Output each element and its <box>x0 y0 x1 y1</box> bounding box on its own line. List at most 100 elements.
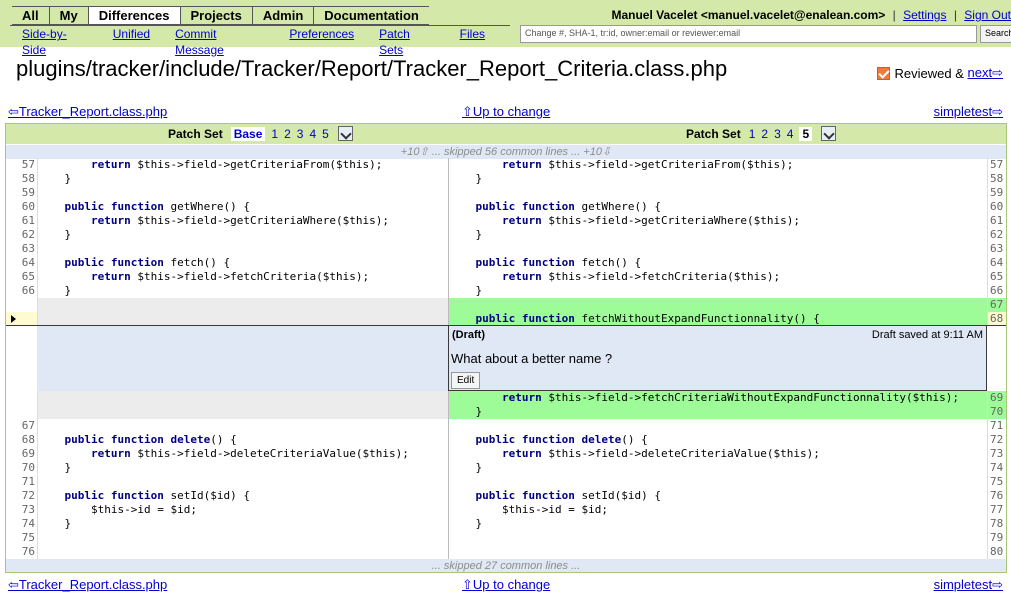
diff-line[interactable]: 69 return $this->field->deleteCriteriaVa… <box>6 447 1006 461</box>
prev-file-link[interactable]: ⇦Tracker_Report.class.php <box>8 104 167 120</box>
left-code: return $this->field->getCriteriaFrom($th… <box>37 158 448 172</box>
right-code: } <box>448 284 987 298</box>
right-code: } <box>448 461 987 475</box>
up-to-change-link[interactable]: ⇧Up to change <box>462 104 550 120</box>
diff-line[interactable]: 73 $this->id = $id; $this->id = $id; 77 <box>6 503 1006 517</box>
up-to-change-link[interactable]: ⇧Up to change <box>462 577 550 593</box>
right-patchset-4[interactable]: 4 <box>787 127 794 141</box>
left-code <box>37 391 448 405</box>
diff-line[interactable]: 58 } } 58 <box>6 172 1006 186</box>
left-patchset-3[interactable]: 3 <box>297 127 304 141</box>
left-line-number: 72 <box>21 489 35 502</box>
right-line-number: 75 <box>987 475 1006 489</box>
diff-line[interactable]: 71 75 <box>6 475 1006 489</box>
diff-line[interactable]: 70 } } 74 <box>6 461 1006 475</box>
diff-line[interactable]: 68 public function delete() { public fun… <box>6 433 1006 447</box>
submenu-side-by-side[interactable]: Side-by-Side <box>22 26 88 57</box>
menu-item-documentation[interactable]: Documentation <box>313 7 429 24</box>
next-file-nav-link[interactable]: simpletest⇨ <box>934 577 1003 593</box>
right-patchset-label: Patch Set <box>686 126 741 141</box>
comment-timestamp: Draft saved at 9:11 AM <box>871 329 983 341</box>
menu-item-admin[interactable]: Admin <box>251 7 313 24</box>
left-code: } <box>37 517 448 531</box>
right-code: } <box>448 228 987 242</box>
diff-line[interactable]: 60 public function getWhere() { public f… <box>6 200 1006 214</box>
diff-line[interactable]: 61 return $this->field->getCriteriaWhere… <box>6 214 1006 228</box>
diff-line[interactable]: 57 return $this->field->getCriteriaFrom(… <box>6 158 1006 172</box>
diff-line[interactable]: 76 80 <box>6 545 1006 559</box>
left-patchset-4[interactable]: 4 <box>309 127 316 141</box>
right-patchset-3[interactable]: 3 <box>774 127 781 141</box>
right-line-number: 71 <box>987 419 1006 433</box>
skipped-lines-top[interactable]: +10⇧ ... skipped 56 common lines ... +10… <box>6 145 1006 159</box>
submenu-files[interactable]: Files <box>460 26 485 46</box>
prev-file-link[interactable]: ⇦Tracker_Report.class.php <box>8 577 167 593</box>
menu-item-differences[interactable]: Differences <box>87 7 180 24</box>
file-path-title: plugins/tracker/include/Tracker/Report/T… <box>16 56 728 81</box>
skipped-lines-bottom[interactable]: ... skipped 27 common lines ... <box>6 559 1006 572</box>
diff-line[interactable]: } 70 <box>6 405 1006 419</box>
right-line-number: 66 <box>987 284 1006 298</box>
diff-line[interactable]: 75 79 <box>6 531 1006 545</box>
left-patchset-1[interactable]: 1 <box>271 127 278 141</box>
left-patchset-base[interactable]: Base <box>230 126 266 141</box>
menu-item-projects[interactable]: Projects <box>179 7 252 24</box>
menu-item-all[interactable]: All <box>12 7 49 24</box>
draft-comment[interactable]: (Draft) Draft saved at 9:11 AM What abou… <box>448 325 987 391</box>
sub-menu: Side-by-Side Unified Commit Message Prefere… <box>0 26 510 57</box>
menu-item-my[interactable]: My <box>48 7 88 24</box>
right-line-number: 59 <box>987 186 1006 200</box>
reviewed-checkbox[interactable] <box>876 66 890 80</box>
left-line-number: 57 <box>21 158 35 171</box>
right-patchset-5[interactable]: 5 <box>799 126 813 141</box>
right-line-number: 70 <box>987 405 1006 419</box>
user-area: Manuel Vacelet <manuel.vacelet@enalean.c… <box>611 8 1011 22</box>
diff-line[interactable]: 59 59 <box>6 186 1006 200</box>
right-code: return $this->field->getCriteriaFrom($th… <box>448 158 987 172</box>
diff-line[interactable]: 62 } } 62 <box>6 228 1006 242</box>
left-code <box>37 298 448 312</box>
right-patchset-selector: Patch Set 1 2 3 4 5 <box>686 126 837 141</box>
user-name: Manuel Vacelet <manuel.vacelet@enalean.c… <box>611 8 886 22</box>
edit-comment-button[interactable]: Edit <box>451 372 481 389</box>
download-icon[interactable] <box>821 126 837 141</box>
submenu-preferences[interactable]: Preferences <box>289 26 354 46</box>
diff-line[interactable]: return $this->field->fetchCriteriaWithou… <box>6 391 1006 405</box>
left-patchset-2[interactable]: 2 <box>284 127 291 141</box>
diff-line[interactable]: public function fetchWithoutExpandFuncti… <box>6 312 1006 326</box>
left-line-number: 69 <box>21 447 35 460</box>
sign-out-link[interactable]: Sign Out <box>964 8 1011 22</box>
diff-line[interactable]: 67 71 <box>6 419 1006 433</box>
diff-line[interactable]: 65 return $this->field->fetchCriteria($t… <box>6 270 1006 284</box>
draft-comment-row: (Draft) Draft saved at 9:11 AM What abou… <box>6 325 1006 391</box>
submenu-unified[interactable]: Unified <box>113 26 150 46</box>
file-nav-bottom: ⇦Tracker_Report.class.php ⇧Up to change … <box>0 577 1011 593</box>
next-file-link[interactable]: next⇨ <box>968 65 1003 81</box>
diff-line[interactable]: 74 } } 78 <box>6 517 1006 531</box>
diff-line[interactable]: 64 public function fetch() { public func… <box>6 256 1006 270</box>
download-icon[interactable] <box>337 126 353 141</box>
diff-line[interactable]: 67 <box>6 298 1006 312</box>
settings-link[interactable]: Settings <box>903 8 946 22</box>
right-code: public function fetch() { <box>448 256 987 270</box>
submenu-commit-message[interactable]: Commit Message <box>175 26 264 57</box>
submenu-patch-sets[interactable]: Patch Sets <box>379 26 435 57</box>
right-line-number: 72 <box>987 433 1006 447</box>
left-line-number: 62 <box>21 228 35 241</box>
search-input[interactable]: Change #, SHA-1, tr:id, owner:email or r… <box>520 25 977 43</box>
left-code <box>37 531 448 545</box>
left-code: public function setId($id) { <box>37 489 448 503</box>
right-patchset-1[interactable]: 1 <box>749 127 756 141</box>
left-code <box>37 405 448 419</box>
diff-line[interactable]: 72 public function setId($id) { public f… <box>6 489 1006 503</box>
left-line-number: 76 <box>21 545 35 558</box>
left-line-number: 71 <box>21 475 35 488</box>
right-code <box>448 242 987 256</box>
search-button[interactable]: Search <box>980 25 1011 43</box>
next-file-nav-link[interactable]: simpletest⇨ <box>934 104 1003 120</box>
right-patchset-2[interactable]: 2 <box>761 127 768 141</box>
diff-line[interactable]: 66 } } 66 <box>6 284 1006 298</box>
right-code <box>448 298 987 312</box>
left-patchset-5[interactable]: 5 <box>322 127 329 141</box>
diff-line[interactable]: 63 63 <box>6 242 1006 256</box>
